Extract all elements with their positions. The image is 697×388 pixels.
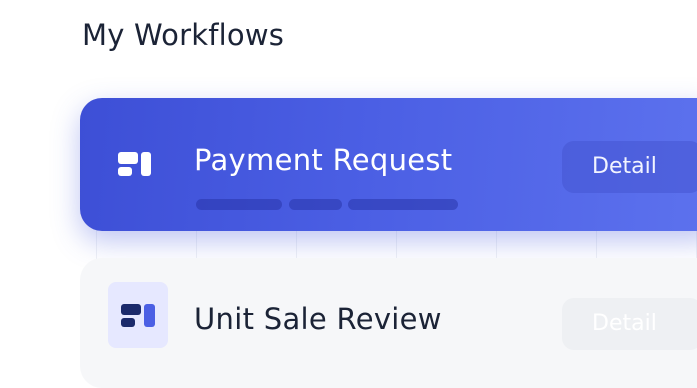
icon-tile bbox=[108, 282, 168, 348]
workflow-card-unit-sale-review[interactable]: Unit Sale Review Detail bbox=[80, 258, 697, 388]
workflow-blocks-icon bbox=[116, 148, 156, 180]
workflow-title: Unit Sale Review bbox=[194, 302, 442, 336]
loading-bar bbox=[289, 199, 342, 210]
detail-button[interactable]: Detail bbox=[562, 298, 697, 350]
workflow-card-payment-request[interactable]: Payment Request Detail bbox=[80, 98, 697, 231]
workflow-blocks-icon bbox=[121, 304, 155, 327]
page-title: My Workflows bbox=[82, 18, 285, 52]
loading-bar bbox=[348, 199, 458, 210]
detail-button[interactable]: Detail bbox=[562, 141, 697, 193]
workflow-title: Payment Request bbox=[194, 143, 453, 177]
loading-bar bbox=[196, 199, 282, 210]
